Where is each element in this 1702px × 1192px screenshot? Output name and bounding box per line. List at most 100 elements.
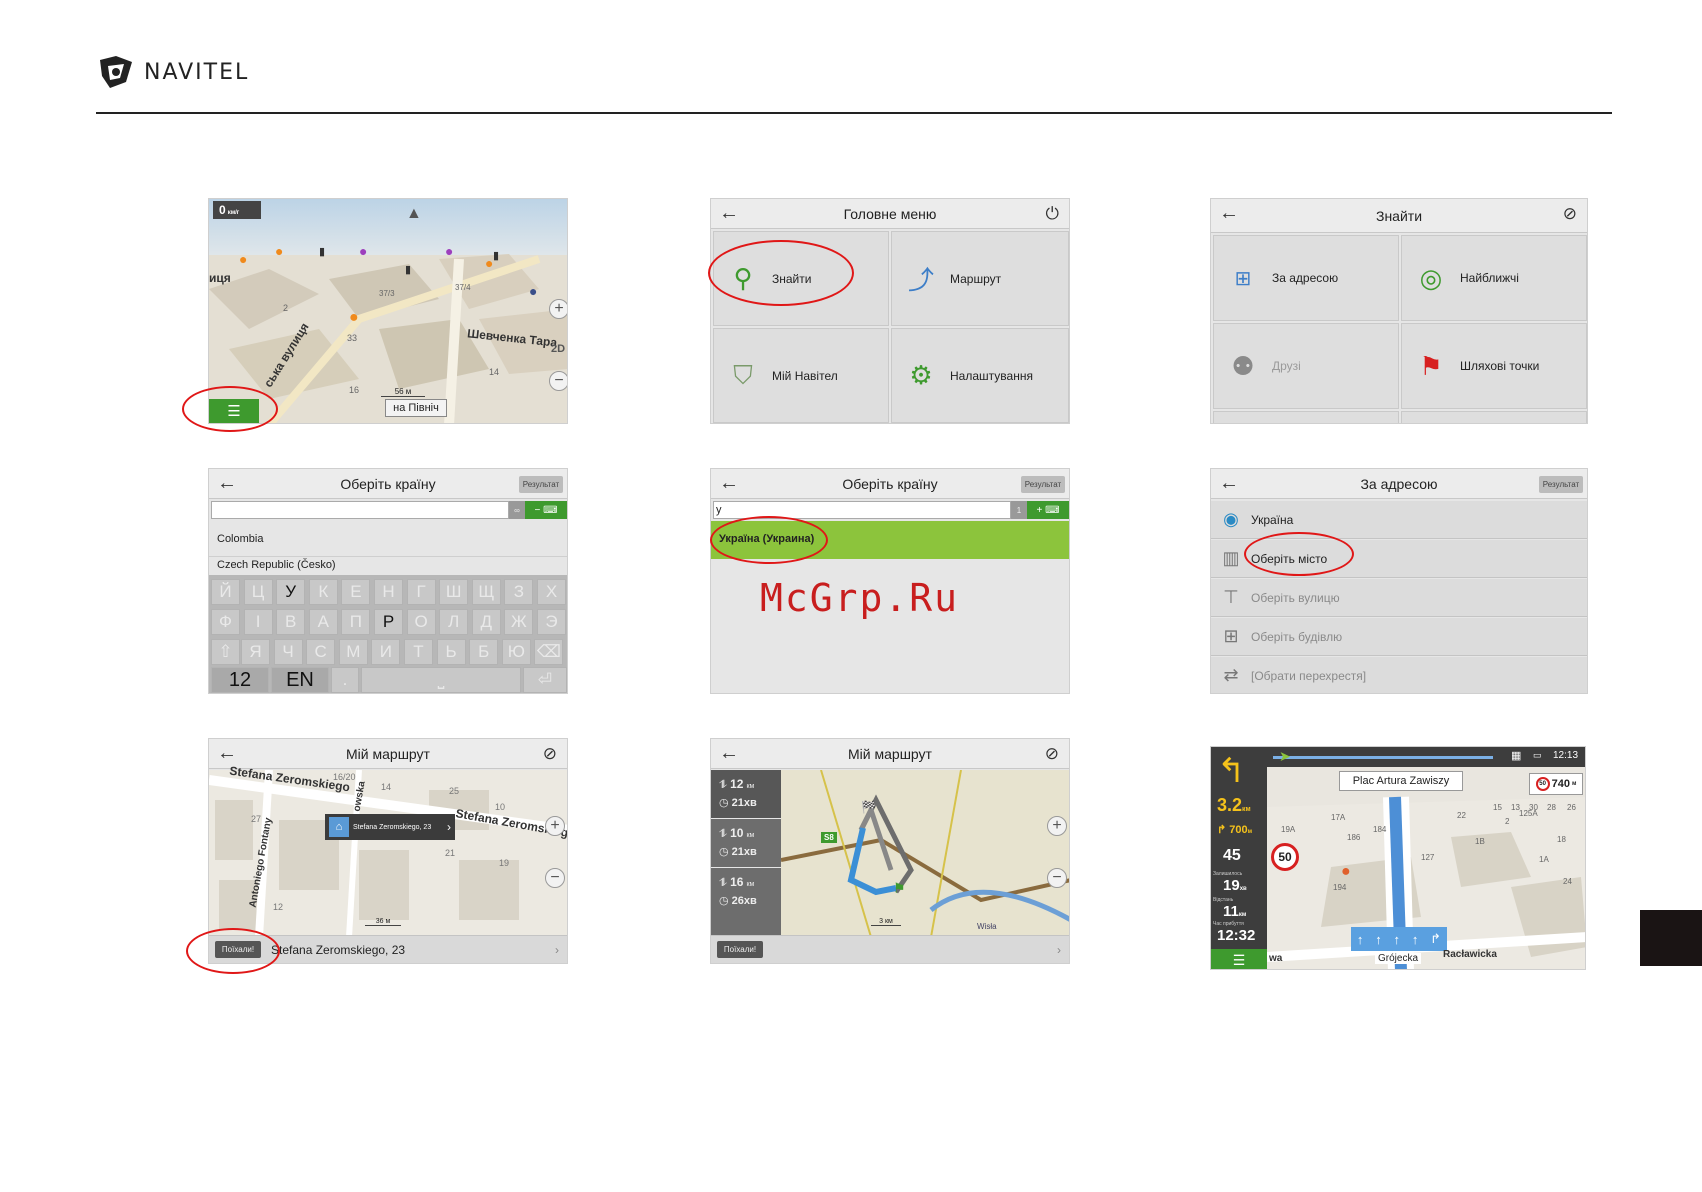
keyboard-key[interactable]: Е: [341, 579, 371, 605]
route-option-2[interactable]: ⥮ 10 км ◷ 21хв: [711, 819, 781, 867]
address-row-country[interactable]: ◉ Україна: [1211, 501, 1587, 539]
address-popup[interactable]: ⌂ Stefana Zeromskiego, 23 ›: [325, 814, 455, 840]
finish-flag-icon: 🏁: [861, 800, 876, 814]
map-area[interactable]: Stefana Zeromskiego Stefana Zeromskieg A…: [209, 764, 567, 937]
keyboard-key[interactable]: Э: [537, 609, 566, 635]
keyboard-key[interactable]: Ц: [243, 579, 273, 605]
address-row-street[interactable]: ⊤ Оберіть вулицю: [1211, 579, 1587, 617]
keyboard-key[interactable]: М: [338, 639, 368, 665]
find-tile-by-address[interactable]: ⊞ За адресою: [1213, 235, 1399, 321]
lane-straight-icon: ↑: [1375, 931, 1382, 947]
route-option-3[interactable]: ⥮ 16 км ◷ 26хв: [711, 868, 781, 937]
keyboard-key[interactable]: З: [504, 579, 534, 605]
keyboard-key[interactable]: Н: [374, 579, 403, 605]
no-map-icon[interactable]: ⊘: [543, 744, 557, 764]
page-tab: [1640, 910, 1702, 966]
chevron-right-icon[interactable]: ›: [555, 943, 559, 957]
keyboard-key[interactable]: Ь: [436, 639, 466, 665]
address-row-intersection[interactable]: ⇄ [Обрати перехрестя]: [1211, 657, 1587, 693]
result-button[interactable]: Результат: [519, 476, 563, 493]
dot-key[interactable]: .: [331, 667, 359, 693]
keyboard-key[interactable]: Ж: [504, 609, 534, 635]
keyboard-key[interactable]: Ш: [439, 579, 469, 605]
keyboard-key[interactable]: Я: [241, 639, 270, 665]
back-arrow-icon[interactable]: ←: [719, 472, 739, 495]
poi-marker-icon[interactable]: ●: [349, 309, 359, 327]
zoom-out-button[interactable]: −: [545, 868, 565, 888]
zoom-out-button[interactable]: −: [549, 371, 567, 391]
turn-distance-value: 3.2: [1217, 795, 1243, 815]
keyboard-key[interactable]: К: [308, 579, 338, 605]
keyboard-key[interactable]: Х: [537, 579, 566, 605]
poi-marker-icon[interactable]: ●: [359, 243, 367, 259]
zoom-out-button[interactable]: −: [1047, 868, 1067, 888]
go-button[interactable]: Поїхали!: [717, 941, 763, 958]
zoom-in-button[interactable]: +: [549, 299, 567, 319]
keyboard-key[interactable]: С: [306, 639, 336, 665]
keyboard-key[interactable]: Р: [374, 609, 403, 635]
no-map-icon[interactable]: ⊘: [1045, 744, 1059, 764]
map-area[interactable]: S8 🏁 ⚑ + − 3 км Wisła: [781, 770, 1069, 937]
address-row-building[interactable]: ⊞ Оберіть будівлю: [1211, 618, 1587, 656]
back-arrow-icon[interactable]: ←: [1219, 202, 1239, 225]
keyboard-key[interactable]: Й: [211, 579, 240, 605]
poi-marker-icon[interactable]: ●: [239, 251, 247, 267]
keyboard-key[interactable]: Д: [471, 609, 501, 635]
keyboard-key[interactable]: Ф: [211, 609, 240, 635]
chevron-right-icon[interactable]: ›: [447, 820, 451, 834]
power-icon[interactable]: ⏻: [1046, 204, 1059, 224]
keyboard-key[interactable]: У: [276, 579, 306, 605]
find-tile-nearest[interactable]: ◎ Найближчі: [1401, 235, 1587, 321]
house-number: 22: [1457, 811, 1466, 820]
keyboard-key[interactable]: Ч: [273, 639, 303, 665]
menu-tile-route[interactable]: ⤴ Маршрут: [891, 231, 1069, 326]
keyboard-key[interactable]: Л: [439, 609, 469, 635]
backspace-key[interactable]: ⌫: [534, 639, 564, 665]
result-button[interactable]: Результат: [1539, 476, 1583, 493]
country-list-item[interactable]: Czech Republic (Česko): [209, 557, 567, 575]
keyboard-key[interactable]: Б: [469, 639, 499, 665]
keyboard-key[interactable]: Т: [404, 639, 433, 665]
numbers-key[interactable]: 12: [211, 667, 269, 693]
toggle-keyboard-button[interactable]: − ⌨: [525, 501, 567, 519]
find-tile-friends[interactable]: ⚉ Друзі: [1213, 323, 1399, 409]
zoom-in-button[interactable]: +: [545, 816, 565, 836]
back-arrow-icon[interactable]: ←: [217, 472, 237, 495]
poi-marker-icon[interactable]: ●: [445, 243, 453, 259]
keyboard-key[interactable]: І: [243, 609, 273, 635]
result-button[interactable]: Результат: [1021, 476, 1065, 493]
country-list-item[interactable]: Colombia: [209, 521, 567, 557]
menu-tile-settings[interactable]: ⚙ Налаштування: [891, 328, 1069, 423]
mode-2d-button[interactable]: 2D: [551, 343, 565, 355]
menu-tile-my-navitel[interactable]: ⛉ Мій Навітел: [713, 328, 889, 423]
north-up-button[interactable]: на Північ: [385, 399, 447, 417]
keyboard-key[interactable]: П: [341, 609, 371, 635]
zoom-in-button[interactable]: +: [1047, 816, 1067, 836]
no-map-icon[interactable]: ⊘: [1563, 204, 1577, 224]
search-input[interactable]: [211, 501, 509, 519]
poi-marker-icon[interactable]: ●: [275, 243, 283, 259]
menu-tile-label: Налаштування: [950, 368, 1033, 383]
poi-marker-icon[interactable]: ●: [529, 283, 537, 299]
compass-icon[interactable]: ▲: [406, 205, 422, 223]
space-key[interactable]: ⎵: [361, 667, 521, 693]
main-menu-button[interactable]: ☰: [1211, 949, 1267, 969]
chevron-right-icon[interactable]: ›: [1057, 943, 1061, 957]
language-key[interactable]: EN: [271, 667, 329, 693]
keyboard-key[interactable]: В: [276, 609, 306, 635]
back-arrow-icon[interactable]: ←: [217, 742, 237, 765]
enter-key[interactable]: ⏎: [523, 667, 567, 693]
back-arrow-icon[interactable]: ←: [719, 202, 739, 225]
toggle-keyboard-button[interactable]: + ⌨: [1027, 501, 1069, 519]
keyboard-key[interactable]: О: [406, 609, 436, 635]
back-arrow-icon[interactable]: ←: [719, 742, 739, 765]
keyboard-key[interactable]: И: [371, 639, 401, 665]
keyboard-key[interactable]: Ю: [501, 639, 531, 665]
back-arrow-icon[interactable]: ←: [1219, 472, 1239, 495]
shift-key[interactable]: ⇧: [211, 639, 240, 665]
route-option-1[interactable]: ⥮ 12 км ◷ 21хв: [711, 770, 781, 818]
keyboard-key[interactable]: Щ: [471, 579, 501, 605]
keyboard-key[interactable]: Г: [406, 579, 436, 605]
find-tile-waypoints[interactable]: ⚑ Шляхові точки: [1401, 323, 1587, 409]
keyboard-key[interactable]: А: [308, 609, 338, 635]
